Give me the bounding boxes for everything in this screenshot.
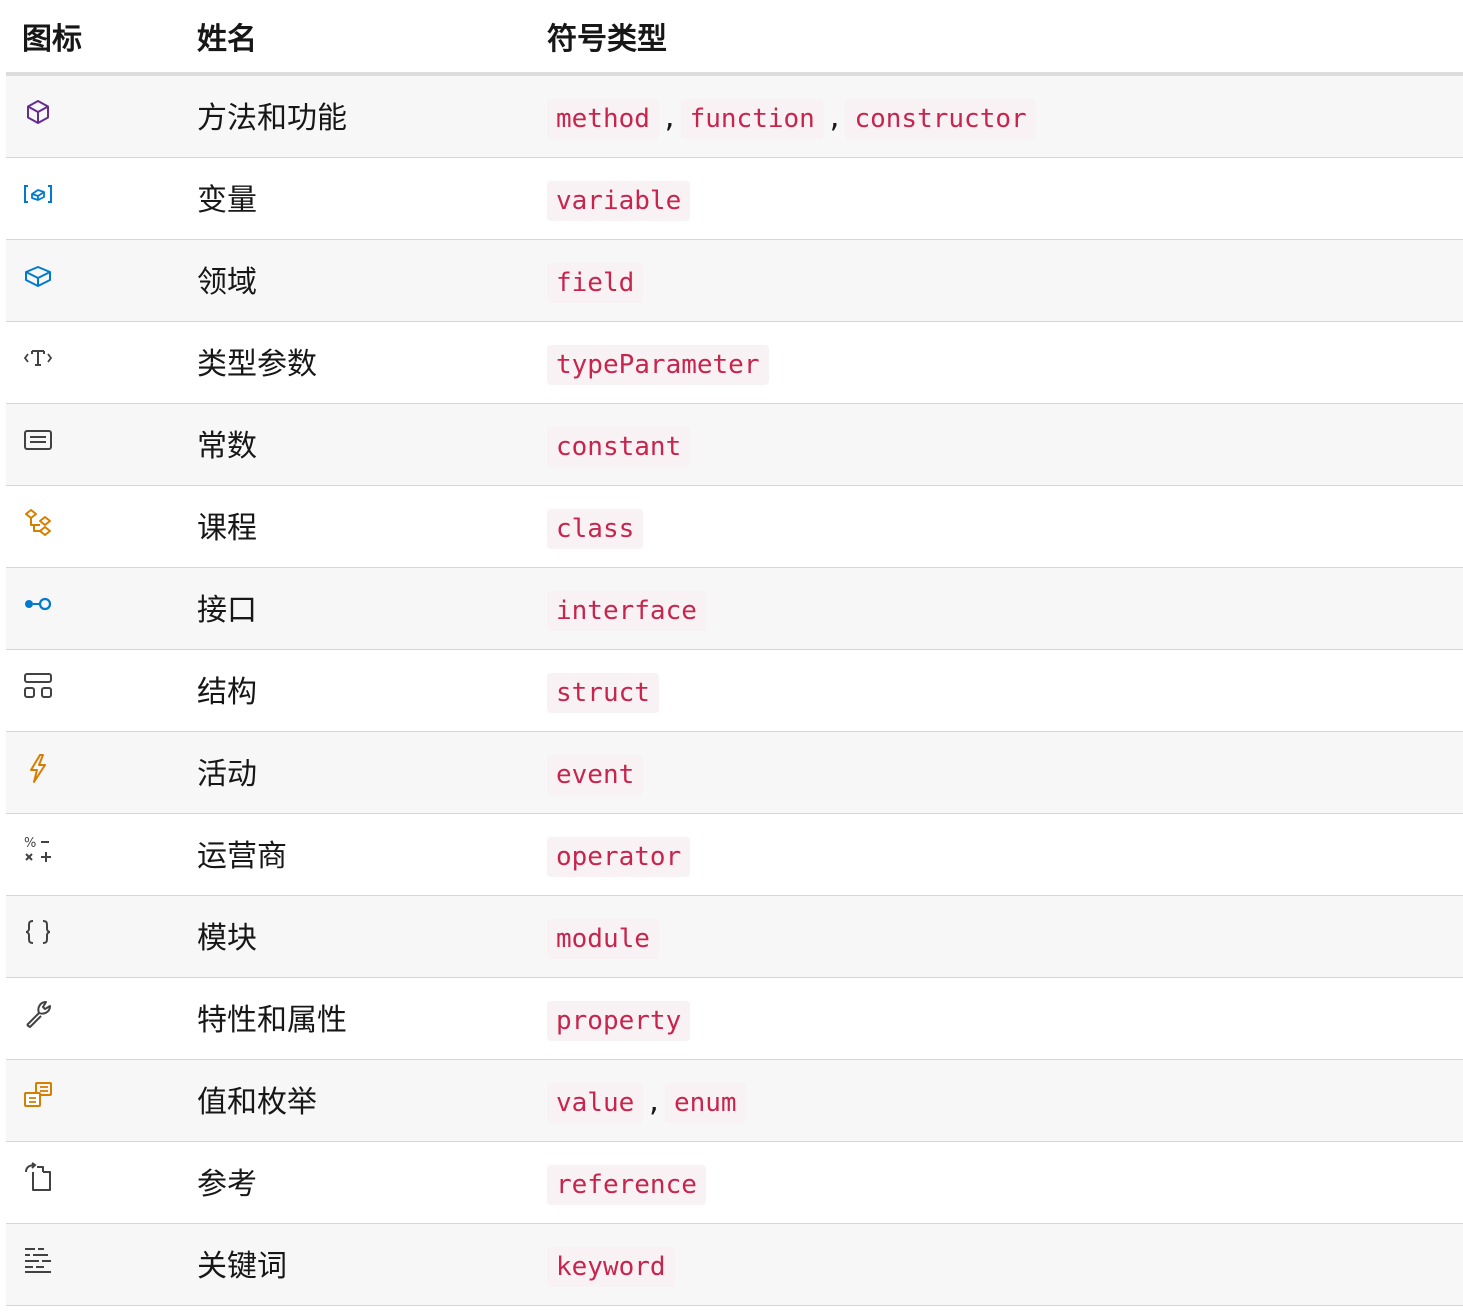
kind-code: event <box>547 755 644 795</box>
field-cube-icon <box>22 260 54 292</box>
row-name: 关键词 <box>197 1249 287 1284</box>
table-row: 方法和功能 method, function, constructor <box>6 76 1463 158</box>
header-name: 姓名 <box>197 22 257 57</box>
table-row: 类型参数 typeParameter <box>6 322 1463 404</box>
kind-code: constructor <box>845 99 1036 139</box>
kind-code: variable <box>547 181 691 221</box>
table-body: 方法和功能 method, function, constructor 变量 variab… <box>6 76 1463 1306</box>
enum-icon <box>22 1080 54 1112</box>
table-row: 变量 variable <box>6 158 1463 240</box>
kind-separator: , <box>826 104 843 134</box>
kind-code: enum <box>664 1083 746 1123</box>
constant-icon <box>22 424 54 456</box>
table-row: 模块 module <box>6 896 1463 978</box>
row-kinds: field <box>547 263 644 303</box>
reference-icon <box>22 1162 54 1194</box>
svg-text:%: % <box>24 836 36 851</box>
table-row: 课程 class <box>6 486 1463 568</box>
row-kinds: variable <box>547 181 691 221</box>
operator-icon: % <box>22 834 54 866</box>
kind-code: module <box>547 919 659 959</box>
type-parameter-icon <box>22 342 54 374</box>
table-row: 常数 constant <box>6 404 1463 486</box>
row-name: 模块 <box>197 921 257 956</box>
row-name: 方法和功能 <box>197 101 347 136</box>
kind-code: typeParameter <box>547 345 769 385</box>
kind-code: reference <box>547 1165 706 1205</box>
kind-code: interface <box>547 591 706 631</box>
kind-code: operator <box>547 837 691 877</box>
table-header: 图标 姓名 符号类型 <box>6 0 1463 76</box>
keyword-icon <box>22 1244 54 1276</box>
symbol-kinds-table: 图标 姓名 符号类型 方法和功能 method, function, construc… <box>6 0 1463 1306</box>
table-row: 领域 field <box>6 240 1463 322</box>
row-kinds: module <box>547 919 659 959</box>
row-name: 活动 <box>197 757 257 792</box>
table-row: 关键词 keyword <box>6 1224 1463 1306</box>
header-icon: 图标 <box>22 22 82 57</box>
kind-code: keyword <box>547 1247 675 1287</box>
kind-code: field <box>547 263 644 303</box>
row-name: 领域 <box>197 265 257 300</box>
kind-code: function <box>680 99 824 139</box>
row-name: 类型参数 <box>197 347 317 382</box>
class-icon <box>22 506 54 538</box>
kind-code: property <box>547 1001 691 1041</box>
property-wrench-icon <box>22 998 54 1030</box>
kind-code: method <box>547 99 659 139</box>
row-name: 接口 <box>197 593 257 628</box>
row-kinds: struct <box>547 673 659 713</box>
row-kinds: reference <box>547 1165 706 1205</box>
row-name: 参考 <box>197 1167 257 1202</box>
table-row: 接口 interface <box>6 568 1463 650</box>
struct-icon <box>22 670 54 702</box>
method-cube-icon <box>22 96 54 128</box>
table-row: % 运营商 operator <box>6 814 1463 896</box>
row-name: 特性和属性 <box>197 1003 347 1038</box>
kind-separator: , <box>661 104 678 134</box>
event-lightning-icon <box>22 752 54 784</box>
table-row: 结构 struct <box>6 650 1463 732</box>
row-name: 运营商 <box>197 839 287 874</box>
row-name: 变量 <box>197 183 257 218</box>
row-name: 常数 <box>197 429 257 464</box>
interface-icon <box>22 588 54 620</box>
row-kinds: constant <box>547 427 691 467</box>
row-kinds: property <box>547 1001 691 1041</box>
row-kinds: class <box>547 509 644 549</box>
header-kind: 符号类型 <box>547 22 667 57</box>
row-kinds: method, function, constructor <box>547 99 1036 139</box>
row-name: 结构 <box>197 675 257 710</box>
variable-icon <box>22 178 54 210</box>
kind-code: constant <box>547 427 691 467</box>
row-name: 值和枚举 <box>197 1085 317 1120</box>
row-kinds: operator <box>547 837 691 877</box>
table-row: 参考 reference <box>6 1142 1463 1224</box>
table-row: 活动 event <box>6 732 1463 814</box>
table-row: 值和枚举 value, enum <box>6 1060 1463 1142</box>
kind-code: class <box>547 509 644 549</box>
table-row: 特性和属性 property <box>6 978 1463 1060</box>
row-kinds: value, enum <box>547 1083 746 1123</box>
row-kinds: event <box>547 755 644 795</box>
row-kinds: typeParameter <box>547 345 769 385</box>
row-name: 课程 <box>197 511 257 546</box>
kind-code: struct <box>547 673 659 713</box>
row-kinds: keyword <box>547 1247 675 1287</box>
module-braces-icon <box>22 916 54 948</box>
row-kinds: interface <box>547 591 706 631</box>
kind-code: value <box>547 1083 644 1123</box>
kind-separator: , <box>646 1088 662 1118</box>
